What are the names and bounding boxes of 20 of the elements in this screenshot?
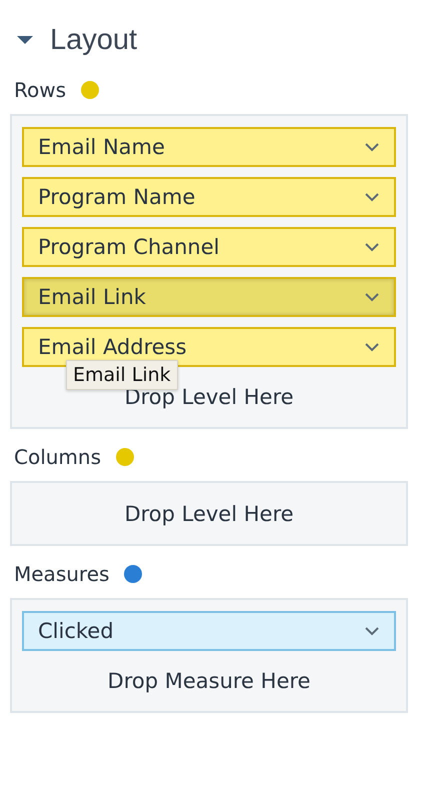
field-chip[interactable]: Clicked — [22, 611, 396, 651]
chevron-down-icon — [364, 142, 380, 152]
tooltip: Email Link — [66, 360, 178, 390]
drop-zone-label: Rows — [14, 78, 66, 102]
chevron-down-icon — [364, 192, 380, 202]
drop-zone-label: Measures — [14, 562, 110, 586]
chevron-down-icon — [364, 626, 380, 636]
chevron-down-icon — [364, 342, 380, 352]
collapse-triangle-icon[interactable] — [16, 35, 34, 45]
field-chip[interactable]: Email Address — [22, 327, 396, 367]
section-title: Layout — [50, 24, 138, 56]
field-chip[interactable]: Email Name — [22, 127, 396, 167]
chevron-down-icon — [364, 292, 380, 302]
field-chip[interactable]: Program Channel — [22, 227, 396, 267]
field-chip[interactable]: Program Name — [22, 177, 396, 217]
drop-hint: Drop Measure Here — [106, 668, 312, 695]
chevron-down-icon — [364, 242, 380, 252]
drop-zone-label: Columns — [14, 445, 102, 469]
drop-hint: Drop Level Here — [123, 501, 295, 528]
field-chip[interactable]: Email Link — [22, 277, 396, 317]
